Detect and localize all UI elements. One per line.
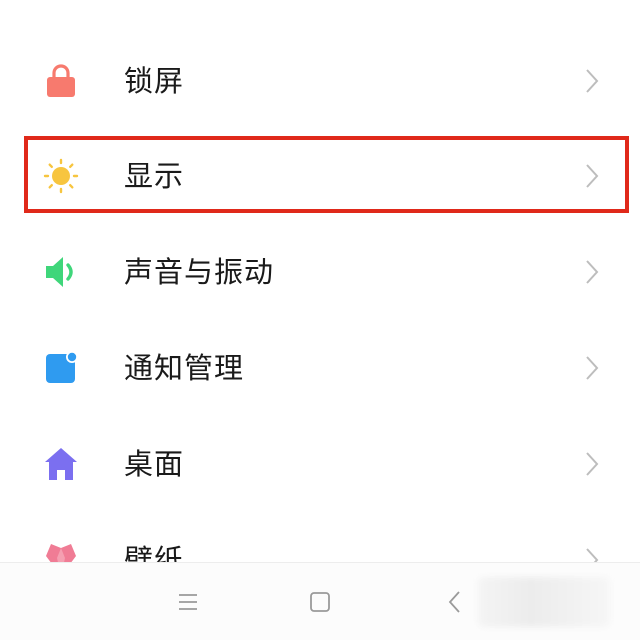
settings-item-label: 桌面 [124, 447, 185, 481]
settings-item-display[interactable]: 显示 [0, 128, 640, 224]
sun-icon [43, 158, 79, 194]
chevron-right-icon [578, 354, 606, 382]
settings-item-label: 通知管理 [124, 351, 245, 385]
settings-item-lock-screen[interactable]: 锁屏 [0, 33, 640, 129]
blurred-region [478, 577, 610, 627]
home-square-icon[interactable] [305, 587, 335, 617]
chevron-right-icon [578, 162, 606, 190]
settings-item-label: 声音与振动 [124, 255, 275, 289]
menu-icon[interactable] [173, 587, 203, 617]
wallpaper-icon [43, 542, 79, 562]
settings-item-label: 壁纸 [124, 543, 185, 562]
home-icon [43, 446, 79, 482]
speaker-icon [43, 254, 79, 290]
chevron-right-icon [578, 258, 606, 286]
notification-icon [43, 350, 79, 386]
settings-list: 锁屏 显示 声音与振动 通知管理 桌面 壁纸 [0, 0, 640, 562]
back-icon[interactable] [440, 587, 470, 617]
settings-item-home-screen[interactable]: 桌面 [0, 416, 640, 512]
navigation-bar [0, 562, 640, 640]
chevron-right-icon [578, 546, 606, 562]
settings-item-notifications[interactable]: 通知管理 [0, 320, 640, 416]
settings-item-wallpaper[interactable]: 壁纸 [0, 512, 640, 562]
settings-item-sound-vibration[interactable]: 声音与振动 [0, 224, 640, 320]
settings-item-label: 显示 [124, 159, 185, 193]
chevron-right-icon [578, 450, 606, 478]
settings-item-label: 锁屏 [124, 64, 185, 98]
chevron-right-icon [578, 67, 606, 95]
lock-icon [43, 63, 79, 99]
